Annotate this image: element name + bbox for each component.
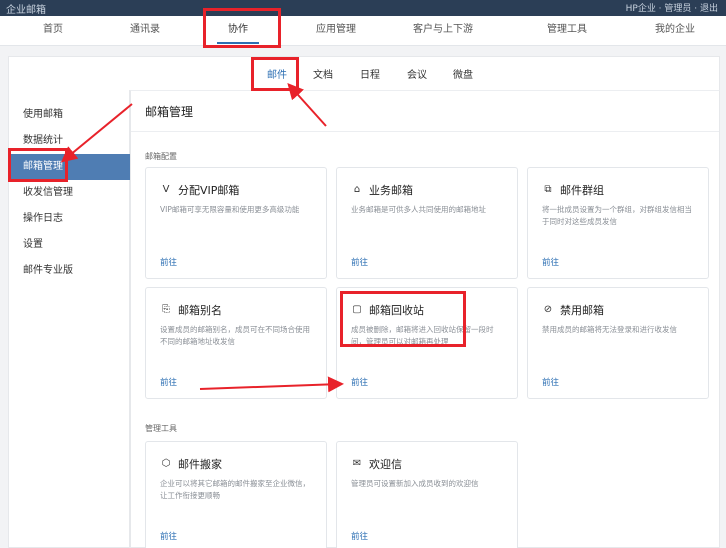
sub-nav: 邮件 文档 日程 会议 微盘: [8, 56, 720, 90]
section-label-config: 邮箱配置: [145, 152, 177, 161]
top-user-info[interactable]: HP企业 · 管理员 · 退出: [626, 1, 718, 14]
page-title: 邮箱管理: [145, 105, 194, 119]
go-link[interactable]: 前往: [160, 376, 177, 388]
card-disable-mailbox: ⊘ 禁用邮箱 禁用成员的邮箱将无法登录和进行收发信 前往: [527, 287, 709, 399]
card-description: 禁用成员的邮箱将无法登录和进行收发信: [542, 325, 677, 334]
card-title: 邮件搬家: [178, 458, 222, 471]
card-title: 欢迎信: [369, 458, 402, 471]
vip-icon: V: [162, 184, 170, 195]
card-description: 业务邮箱是可供多人共同使用的邮箱地址: [351, 205, 486, 214]
card-business-mailbox: ⌂ 业务邮箱 业务邮箱是可供多人共同使用的邮箱地址 前往: [336, 167, 518, 279]
card-vip-mailbox: V 分配VIP邮箱 VIP邮箱可享无限容量和使用更多高级功能 前往: [145, 167, 327, 279]
tab-admin-tools[interactable]: 管理工具: [532, 16, 602, 46]
go-link[interactable]: 前往: [351, 530, 368, 542]
card-description: 将一批成员设置为一个群组，对群组发信相当于同时对这些成员发信: [542, 205, 692, 226]
go-link[interactable]: 前往: [542, 376, 559, 388]
alias-icon: ⎘: [162, 304, 170, 315]
card-mail-group: ⧉ 邮件群组 将一批成员设置为一个群组，对群组发信相当于同时对这些成员发信 前往: [527, 167, 709, 279]
app-logo: 企业邮箱: [6, 5, 46, 16]
highlight-box-recycle-bin: [340, 291, 466, 347]
title-divider: [131, 131, 719, 132]
card-description: 企业可以将其它邮箱的邮件搬家至企业微信，让工作衔接更顺畅: [160, 479, 310, 500]
sidebar-item-send-receive[interactable]: 收发信管理: [9, 180, 131, 206]
card-welcome-letter: ✉ 欢迎信 管理员可设置新加入成员收到的欢迎信 前往: [336, 441, 518, 548]
card-mailbox-alias: ⎘ 邮箱别名 设置成员的邮箱别名，成员可在不同场合使用不同的邮箱地址收发信 前往: [145, 287, 327, 399]
mail-group-icon: ⧉: [544, 184, 552, 195]
go-link[interactable]: 前往: [160, 256, 177, 268]
sidebar-item-pro[interactable]: 邮件专业版: [9, 258, 131, 284]
subtab-calendar[interactable]: 日程: [360, 66, 380, 81]
card-title: 分配VIP邮箱: [178, 184, 240, 197]
sidebar-item-settings[interactable]: 设置: [9, 232, 131, 258]
tab-app-management[interactable]: 应用管理: [300, 16, 372, 46]
tab-home[interactable]: 首页: [20, 16, 86, 46]
card-title: 邮件群组: [560, 184, 604, 197]
business-mail-icon: ⌂: [353, 184, 361, 195]
welcome-letter-icon: ✉: [352, 458, 362, 469]
highlight-box-mailbox-management: [8, 148, 68, 182]
highlight-box-collaboration: [203, 8, 281, 48]
subtab-meeting[interactable]: 会议: [407, 66, 427, 81]
section-label-tools: 管理工具: [145, 424, 177, 433]
main-nav: 首页 通讯录 协作 应用管理 客户与上下游 管理工具 我的企业: [0, 16, 726, 46]
go-link[interactable]: 前往: [160, 530, 177, 542]
go-link[interactable]: 前往: [351, 376, 368, 388]
card-description: 管理员可设置新加入成员收到的欢迎信: [351, 479, 479, 488]
highlight-box-mail: [251, 57, 299, 91]
top-strip: 企业邮箱 HP企业 · 管理员 · 退出: [0, 0, 726, 16]
mail-move-icon: ⬡: [161, 458, 171, 469]
card-description: VIP邮箱可享无限容量和使用更多高级功能: [160, 205, 300, 214]
card-title: 邮箱别名: [178, 304, 222, 317]
tab-contacts[interactable]: 通讯录: [112, 16, 178, 46]
sidebar-item-operation-log[interactable]: 操作日志: [9, 206, 131, 232]
sidebar-item-use-mailbox[interactable]: 使用邮箱: [9, 102, 131, 128]
tab-customers[interactable]: 客户与上下游: [398, 16, 488, 46]
tab-my-company[interactable]: 我的企业: [640, 16, 710, 46]
card-title: 禁用邮箱: [560, 304, 604, 317]
go-link[interactable]: 前往: [542, 256, 559, 268]
card-mail-migration: ⬡ 邮件搬家 企业可以将其它邮箱的邮件搬家至企业微信，让工作衔接更顺畅 前往: [145, 441, 327, 548]
subtab-docs[interactable]: 文档: [313, 66, 333, 81]
card-description: 设置成员的邮箱别名，成员可在不同场合使用不同的邮箱地址收发信: [160, 325, 310, 346]
subtab-drive[interactable]: 微盘: [453, 66, 473, 81]
ban-icon: ⊘: [543, 304, 553, 315]
card-title: 业务邮箱: [369, 184, 413, 197]
go-link[interactable]: 前往: [351, 256, 368, 268]
